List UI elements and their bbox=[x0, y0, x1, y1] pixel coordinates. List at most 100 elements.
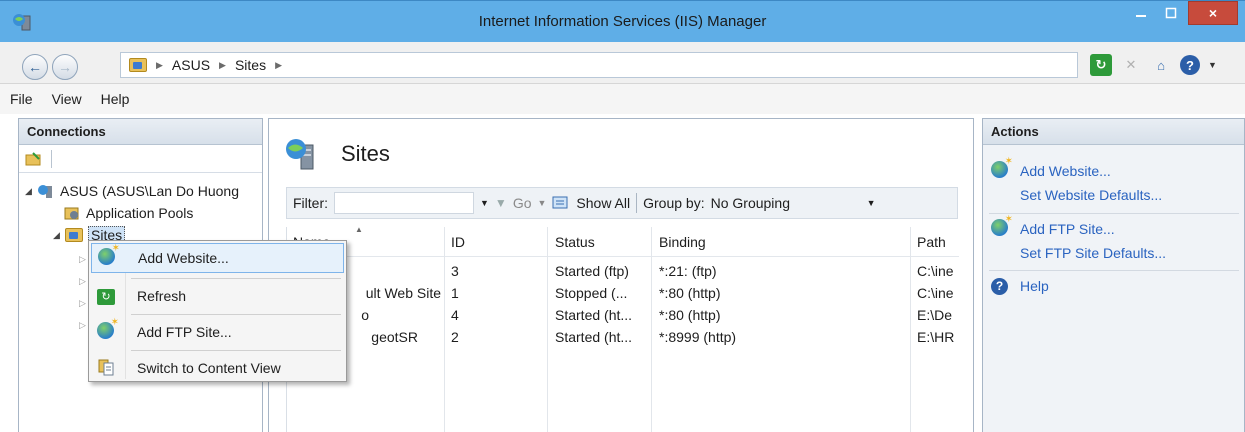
column-divider bbox=[547, 227, 548, 432]
context-menu-add-website[interactable]: ✶ Add Website... bbox=[91, 243, 344, 273]
menu-file[interactable]: File bbox=[10, 91, 33, 107]
home-icon: ⌂ bbox=[1157, 57, 1165, 73]
column-header-id[interactable]: ID bbox=[451, 234, 465, 250]
cell-id: 1 bbox=[451, 285, 459, 301]
tree-expander-site-1[interactable]: ▷ bbox=[79, 249, 86, 269]
column-divider bbox=[651, 227, 652, 432]
context-menu-label: Refresh bbox=[137, 288, 187, 304]
collapse-chevron-icon[interactable]: ◢ bbox=[53, 230, 65, 241]
context-menu-label: Add FTP Site... bbox=[137, 324, 232, 340]
cell-path: E:\HR bbox=[917, 329, 955, 345]
tree-expander-site-3[interactable]: ▷ bbox=[79, 293, 86, 313]
context-menu-separator bbox=[131, 314, 341, 315]
cell-path: E:\De bbox=[917, 307, 953, 323]
sites-folder-icon bbox=[129, 58, 147, 72]
sites-folder-icon bbox=[65, 228, 83, 242]
minimize-button[interactable] bbox=[1126, 1, 1156, 25]
help-dropdown-chevron-icon[interactable]: ▼ bbox=[1208, 60, 1217, 70]
group-by-select[interactable]: No Grouping bbox=[711, 195, 861, 211]
connections-header: Connections bbox=[19, 119, 262, 145]
back-arrow-icon: ← bbox=[28, 59, 42, 75]
cell-path: C:\ine bbox=[917, 285, 954, 301]
title-bar: Internet Information Services (IIS) Mana… bbox=[0, 0, 1245, 42]
action-label: Set Website Defaults... bbox=[1020, 187, 1163, 203]
maximize-button[interactable] bbox=[1156, 1, 1186, 25]
filter-input[interactable] bbox=[334, 192, 474, 214]
window-title: Internet Information Services (IIS) Mana… bbox=[478, 13, 767, 30]
filter-dropdown-chevron-icon[interactable]: ▼ bbox=[480, 198, 489, 208]
maximize-icon bbox=[1165, 7, 1177, 19]
actions-header: Actions bbox=[983, 119, 1244, 145]
menu-bar: File View Help bbox=[0, 84, 1245, 114]
help-icon: ? bbox=[1186, 57, 1194, 73]
column-header-binding[interactable]: Binding bbox=[659, 234, 706, 250]
breadcrumb-separator-icon: ▶ bbox=[219, 59, 226, 70]
context-menu-separator bbox=[131, 350, 341, 351]
connections-toolbar bbox=[19, 145, 262, 173]
add-ftp-site-icon: ✶ bbox=[91, 317, 121, 342]
table-header: Name ▲ ID Status Binding Path bbox=[287, 225, 959, 257]
actions-panel: Actions ✶ Add Website... Set Website Def… bbox=[982, 118, 1245, 432]
home-toolbar-button[interactable]: ⌂ bbox=[1150, 54, 1172, 76]
tree-label-server: ASUS (ASUS\Lan Do Huong bbox=[60, 183, 239, 199]
breadcrumb-asus[interactable]: ASUS bbox=[172, 57, 210, 73]
column-header-path[interactable]: Path bbox=[917, 234, 946, 250]
column-header-status[interactable]: Status bbox=[555, 234, 595, 250]
context-menu-separator bbox=[131, 278, 341, 279]
breadcrumb-separator-icon: ▶ bbox=[156, 59, 163, 70]
tree-label-application-pools: Application Pools bbox=[86, 205, 194, 221]
stop-icon: ✕ bbox=[1125, 57, 1137, 72]
tree-expander-site-2[interactable]: ▷ bbox=[79, 271, 86, 291]
sites-table: Name ▲ ID Status Binding Path 3 Started … bbox=[286, 225, 959, 432]
collapse-chevron-icon[interactable]: ◢ bbox=[25, 186, 37, 197]
close-button[interactable]: × bbox=[1188, 1, 1238, 25]
help-toolbar-button[interactable]: ? bbox=[1180, 55, 1200, 75]
cell-status: Started (ht... bbox=[555, 329, 633, 345]
minimize-icon bbox=[1136, 15, 1146, 17]
tree-expander-site-4[interactable]: ▷ bbox=[79, 315, 86, 335]
column-divider bbox=[444, 227, 445, 432]
breadcrumb-sites[interactable]: Sites bbox=[235, 57, 266, 73]
go-button[interactable]: Go bbox=[513, 195, 532, 211]
add-website-icon: ✶ bbox=[92, 243, 122, 268]
cell-status: Started (ht... bbox=[555, 307, 633, 323]
cell-binding: *:80 (http) bbox=[659, 307, 721, 323]
tree-item-server[interactable]: ◢ ASUS (ASUS\Lan Do Huong bbox=[25, 181, 239, 201]
action-label: Add FTP Site... bbox=[1020, 221, 1115, 237]
context-menu-switch-to-content-view[interactable]: Switch to Content View bbox=[91, 353, 344, 383]
group-by-chevron-icon[interactable]: ▼ bbox=[867, 198, 876, 208]
menu-help[interactable]: Help bbox=[101, 91, 130, 107]
actions-divider bbox=[989, 213, 1239, 214]
breadcrumb-separator-icon: ▶ bbox=[275, 59, 283, 70]
sites-panel: Sites Filter: ▼ ▼ Go ▼ Show All Group by… bbox=[268, 118, 974, 432]
action-add-website[interactable]: ✶ Add Website... bbox=[983, 156, 1111, 181]
cell-binding: *:8999 (http) bbox=[659, 329, 737, 345]
cell-path: C:\ine bbox=[917, 263, 954, 279]
context-menu: ✶ Add Website... ↻ Refresh ✶ Add FTP Sit… bbox=[88, 240, 347, 382]
stop-toolbar-button[interactable]: ✕ bbox=[1120, 54, 1142, 76]
forward-arrow-icon: → bbox=[58, 59, 72, 75]
tree-item-application-pools[interactable]: Application Pools bbox=[63, 203, 193, 223]
show-all-button[interactable]: Show All bbox=[576, 195, 630, 211]
action-help[interactable]: ? Help bbox=[983, 277, 1049, 295]
menu-view[interactable]: View bbox=[52, 91, 82, 107]
refresh-icon: ↻ bbox=[91, 287, 121, 305]
application-pools-icon bbox=[64, 207, 79, 220]
filter-label: Filter: bbox=[293, 195, 328, 211]
connect-icon[interactable] bbox=[25, 151, 43, 167]
context-menu-refresh[interactable]: ↻ Refresh bbox=[91, 281, 344, 311]
action-label: Set FTP Site Defaults... bbox=[1020, 245, 1167, 261]
refresh-toolbar-button[interactable]: ↻ bbox=[1090, 54, 1112, 76]
action-set-ftp-site-defaults[interactable]: Set FTP Site Defaults... bbox=[983, 245, 1166, 261]
forward-button[interactable]: → bbox=[52, 54, 78, 80]
back-button[interactable]: ← bbox=[22, 54, 48, 80]
cell-id: 3 bbox=[451, 263, 459, 279]
cell-status: Started (ftp) bbox=[555, 263, 629, 279]
context-menu-add-ftp-site[interactable]: ✶ Add FTP Site... bbox=[91, 317, 344, 347]
go-dropdown-chevron-icon[interactable]: ▼ bbox=[538, 198, 547, 208]
address-bar[interactable]: ▶ ASUS ▶ Sites ▶ bbox=[120, 52, 1078, 78]
action-set-website-defaults[interactable]: Set Website Defaults... bbox=[983, 187, 1162, 203]
cell-id: 4 bbox=[451, 307, 459, 323]
action-add-ftp-site[interactable]: ✶ Add FTP Site... bbox=[983, 214, 1115, 239]
cell-binding: *:80 (http) bbox=[659, 285, 721, 301]
